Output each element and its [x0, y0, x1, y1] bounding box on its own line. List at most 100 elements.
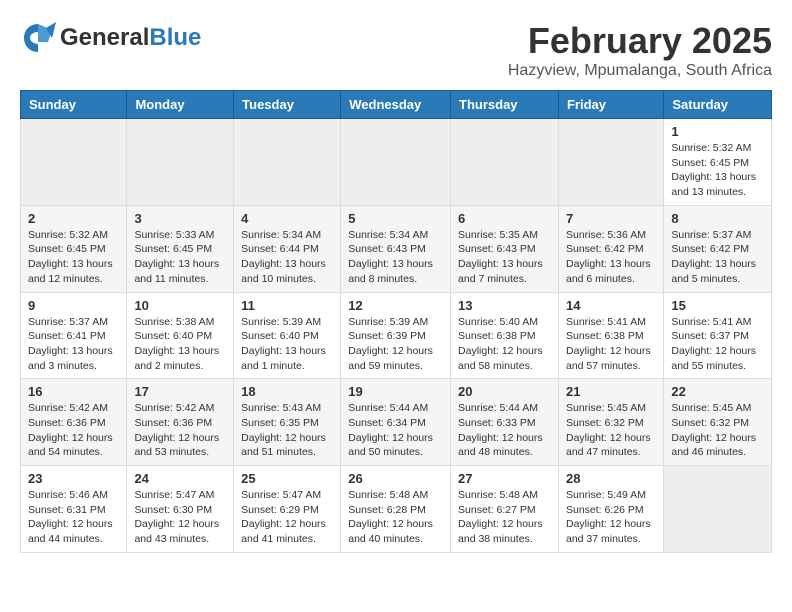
day-number: 21 — [566, 384, 656, 399]
logo-text: GeneralBlue — [60, 24, 201, 51]
day-number: 18 — [241, 384, 333, 399]
day-info: Sunrise: 5:32 AM Sunset: 6:45 PM Dayligh… — [28, 228, 119, 287]
day-number: 26 — [348, 471, 443, 486]
calendar-cell: 3 Sunrise: 5:33 AM Sunset: 6:45 PM Daylig… — [127, 205, 234, 292]
calendar-table: SundayMondayTuesdayWednesdayThursdayFrid… — [20, 90, 772, 553]
day-number: 10 — [134, 298, 226, 313]
day-info: Sunrise: 5:43 AM Sunset: 6:35 PM Dayligh… — [241, 401, 333, 460]
day-number: 28 — [566, 471, 656, 486]
weekday-header-saturday: Saturday — [664, 91, 772, 119]
day-number: 11 — [241, 298, 333, 313]
calendar-cell: 10 Sunrise: 5:38 AM Sunset: 6:40 PM Dayli… — [127, 292, 234, 379]
day-info: Sunrise: 5:48 AM Sunset: 6:28 PM Dayligh… — [348, 488, 443, 547]
calendar-cell: 6 Sunrise: 5:35 AM Sunset: 6:43 PM Daylig… — [451, 205, 559, 292]
calendar-cell: 20 Sunrise: 5:44 AM Sunset: 6:33 PM Dayli… — [451, 379, 559, 466]
calendar-cell: 28 Sunrise: 5:49 AM Sunset: 6:26 PM Dayli… — [558, 466, 663, 553]
day-info: Sunrise: 5:33 AM Sunset: 6:45 PM Dayligh… — [134, 228, 226, 287]
day-info: Sunrise: 5:35 AM Sunset: 6:43 PM Dayligh… — [458, 228, 551, 287]
logo: GeneralBlue — [20, 20, 201, 56]
day-number: 23 — [28, 471, 119, 486]
day-number: 24 — [134, 471, 226, 486]
week-row-3: 9Sunrise: 5:37 AM Sunset: 6:41 PM Daylig… — [21, 292, 772, 379]
calendar-cell: 24 Sunrise: 5:47 AM Sunset: 6:30 PM Dayli… — [127, 466, 234, 553]
title-section: February 2025 Hazyview, Mpumalanga, Sout… — [508, 20, 772, 80]
day-number: 12 — [348, 298, 443, 313]
calendar-cell: 26 Sunrise: 5:48 AM Sunset: 6:28 PM Dayli… — [341, 466, 451, 553]
day-info: Sunrise: 5:40 AM Sunset: 6:38 PM Dayligh… — [458, 315, 551, 374]
week-row-1: 1 Sunrise: 5:32 AM Sunset: 6:45 PM Daylig… — [21, 119, 772, 206]
day-info: Sunrise: 5:47 AM Sunset: 6:29 PM Dayligh… — [241, 488, 333, 547]
calendar-cell — [664, 466, 772, 553]
calendar-cell: 13 Sunrise: 5:40 AM Sunset: 6:38 PM Dayli… — [451, 292, 559, 379]
day-info: Sunrise: 5:48 AM Sunset: 6:27 PM Dayligh… — [458, 488, 551, 547]
calendar-cell: 18 Sunrise: 5:43 AM Sunset: 6:35 PM Dayli… — [234, 379, 341, 466]
week-row-2: 2 Sunrise: 5:32 AM Sunset: 6:45 PM Daylig… — [21, 205, 772, 292]
day-info: Sunrise: 5:39 AM Sunset: 6:39 PM Dayligh… — [348, 315, 443, 374]
day-info: Sunrise: 5:37 AM Sunset: 6:41 PM Dayligh… — [28, 315, 119, 374]
day-info: Sunrise: 5:46 AM Sunset: 6:31 PM Dayligh… — [28, 488, 119, 547]
calendar-subtitle: Hazyview, Mpumalanga, South Africa — [508, 62, 772, 80]
day-info: Sunrise: 5:38 AM Sunset: 6:40 PM Dayligh… — [134, 315, 226, 374]
day-info: Sunrise: 5:39 AM Sunset: 6:40 PM Dayligh… — [241, 315, 333, 374]
calendar-cell — [341, 119, 451, 206]
day-number: 17 — [134, 384, 226, 399]
calendar-cell: 25 Sunrise: 5:47 AM Sunset: 6:29 PM Dayli… — [234, 466, 341, 553]
calendar-cell: 9Sunrise: 5:37 AM Sunset: 6:41 PM Daylig… — [21, 292, 127, 379]
day-number: 19 — [348, 384, 443, 399]
logo-icon — [20, 20, 56, 56]
weekday-header-thursday: Thursday — [451, 91, 559, 119]
day-info: Sunrise: 5:36 AM Sunset: 6:42 PM Dayligh… — [566, 228, 656, 287]
calendar-cell: 15 Sunrise: 5:41 AM Sunset: 6:37 PM Dayli… — [664, 292, 772, 379]
calendar-cell — [21, 119, 127, 206]
calendar-cell — [234, 119, 341, 206]
day-info: Sunrise: 5:34 AM Sunset: 6:44 PM Dayligh… — [241, 228, 333, 287]
weekday-header-monday: Monday — [127, 91, 234, 119]
day-info: Sunrise: 5:41 AM Sunset: 6:38 PM Dayligh… — [566, 315, 656, 374]
calendar-cell: 7 Sunrise: 5:36 AM Sunset: 6:42 PM Daylig… — [558, 205, 663, 292]
page-header: GeneralBlue February 2025 Hazyview, Mpum… — [20, 20, 772, 80]
day-number: 15 — [671, 298, 764, 313]
calendar-cell — [127, 119, 234, 206]
day-info: Sunrise: 5:47 AM Sunset: 6:30 PM Dayligh… — [134, 488, 226, 547]
day-number: 5 — [348, 211, 443, 226]
calendar-cell: 19 Sunrise: 5:44 AM Sunset: 6:34 PM Dayli… — [341, 379, 451, 466]
day-info: Sunrise: 5:49 AM Sunset: 6:26 PM Dayligh… — [566, 488, 656, 547]
calendar-cell: 2 Sunrise: 5:32 AM Sunset: 6:45 PM Daylig… — [21, 205, 127, 292]
day-number: 4 — [241, 211, 333, 226]
day-info: Sunrise: 5:44 AM Sunset: 6:33 PM Dayligh… — [458, 401, 551, 460]
week-row-5: 23 Sunrise: 5:46 AM Sunset: 6:31 PM Dayli… — [21, 466, 772, 553]
calendar-cell: 14 Sunrise: 5:41 AM Sunset: 6:38 PM Dayli… — [558, 292, 663, 379]
day-number: 8 — [671, 211, 764, 226]
day-info: Sunrise: 5:45 AM Sunset: 6:32 PM Dayligh… — [671, 401, 764, 460]
day-number: 2 — [28, 211, 119, 226]
calendar-cell: 8 Sunrise: 5:37 AM Sunset: 6:42 PM Daylig… — [664, 205, 772, 292]
day-number: 3 — [134, 211, 226, 226]
day-number: 20 — [458, 384, 551, 399]
day-info: Sunrise: 5:37 AM Sunset: 6:42 PM Dayligh… — [671, 228, 764, 287]
weekday-header-tuesday: Tuesday — [234, 91, 341, 119]
calendar-cell: 23 Sunrise: 5:46 AM Sunset: 6:31 PM Dayli… — [21, 466, 127, 553]
calendar-cell — [558, 119, 663, 206]
day-info: Sunrise: 5:32 AM Sunset: 6:45 PM Dayligh… — [671, 141, 764, 200]
calendar-cell — [451, 119, 559, 206]
weekday-header-wednesday: Wednesday — [341, 91, 451, 119]
weekday-header-friday: Friday — [558, 91, 663, 119]
weekday-header-sunday: Sunday — [21, 91, 127, 119]
day-number: 1 — [671, 124, 764, 139]
calendar-cell: 17Sunrise: 5:42 AM Sunset: 6:36 PM Dayli… — [127, 379, 234, 466]
day-number: 25 — [241, 471, 333, 486]
calendar-cell: 21Sunrise: 5:45 AM Sunset: 6:32 PM Dayli… — [558, 379, 663, 466]
day-info: Sunrise: 5:44 AM Sunset: 6:34 PM Dayligh… — [348, 401, 443, 460]
day-info: Sunrise: 5:41 AM Sunset: 6:37 PM Dayligh… — [671, 315, 764, 374]
day-info: Sunrise: 5:42 AM Sunset: 6:36 PM Dayligh… — [28, 401, 119, 460]
day-number: 7 — [566, 211, 656, 226]
day-number: 22 — [671, 384, 764, 399]
calendar-cell: 12 Sunrise: 5:39 AM Sunset: 6:39 PM Dayli… — [341, 292, 451, 379]
calendar-cell: 22 Sunrise: 5:45 AM Sunset: 6:32 PM Dayli… — [664, 379, 772, 466]
day-number: 13 — [458, 298, 551, 313]
calendar-cell: 16Sunrise: 5:42 AM Sunset: 6:36 PM Dayli… — [21, 379, 127, 466]
weekday-header-row: SundayMondayTuesdayWednesdayThursdayFrid… — [21, 91, 772, 119]
day-number: 14 — [566, 298, 656, 313]
day-number: 6 — [458, 211, 551, 226]
calendar-cell: 5Sunrise: 5:34 AM Sunset: 6:43 PM Daylig… — [341, 205, 451, 292]
